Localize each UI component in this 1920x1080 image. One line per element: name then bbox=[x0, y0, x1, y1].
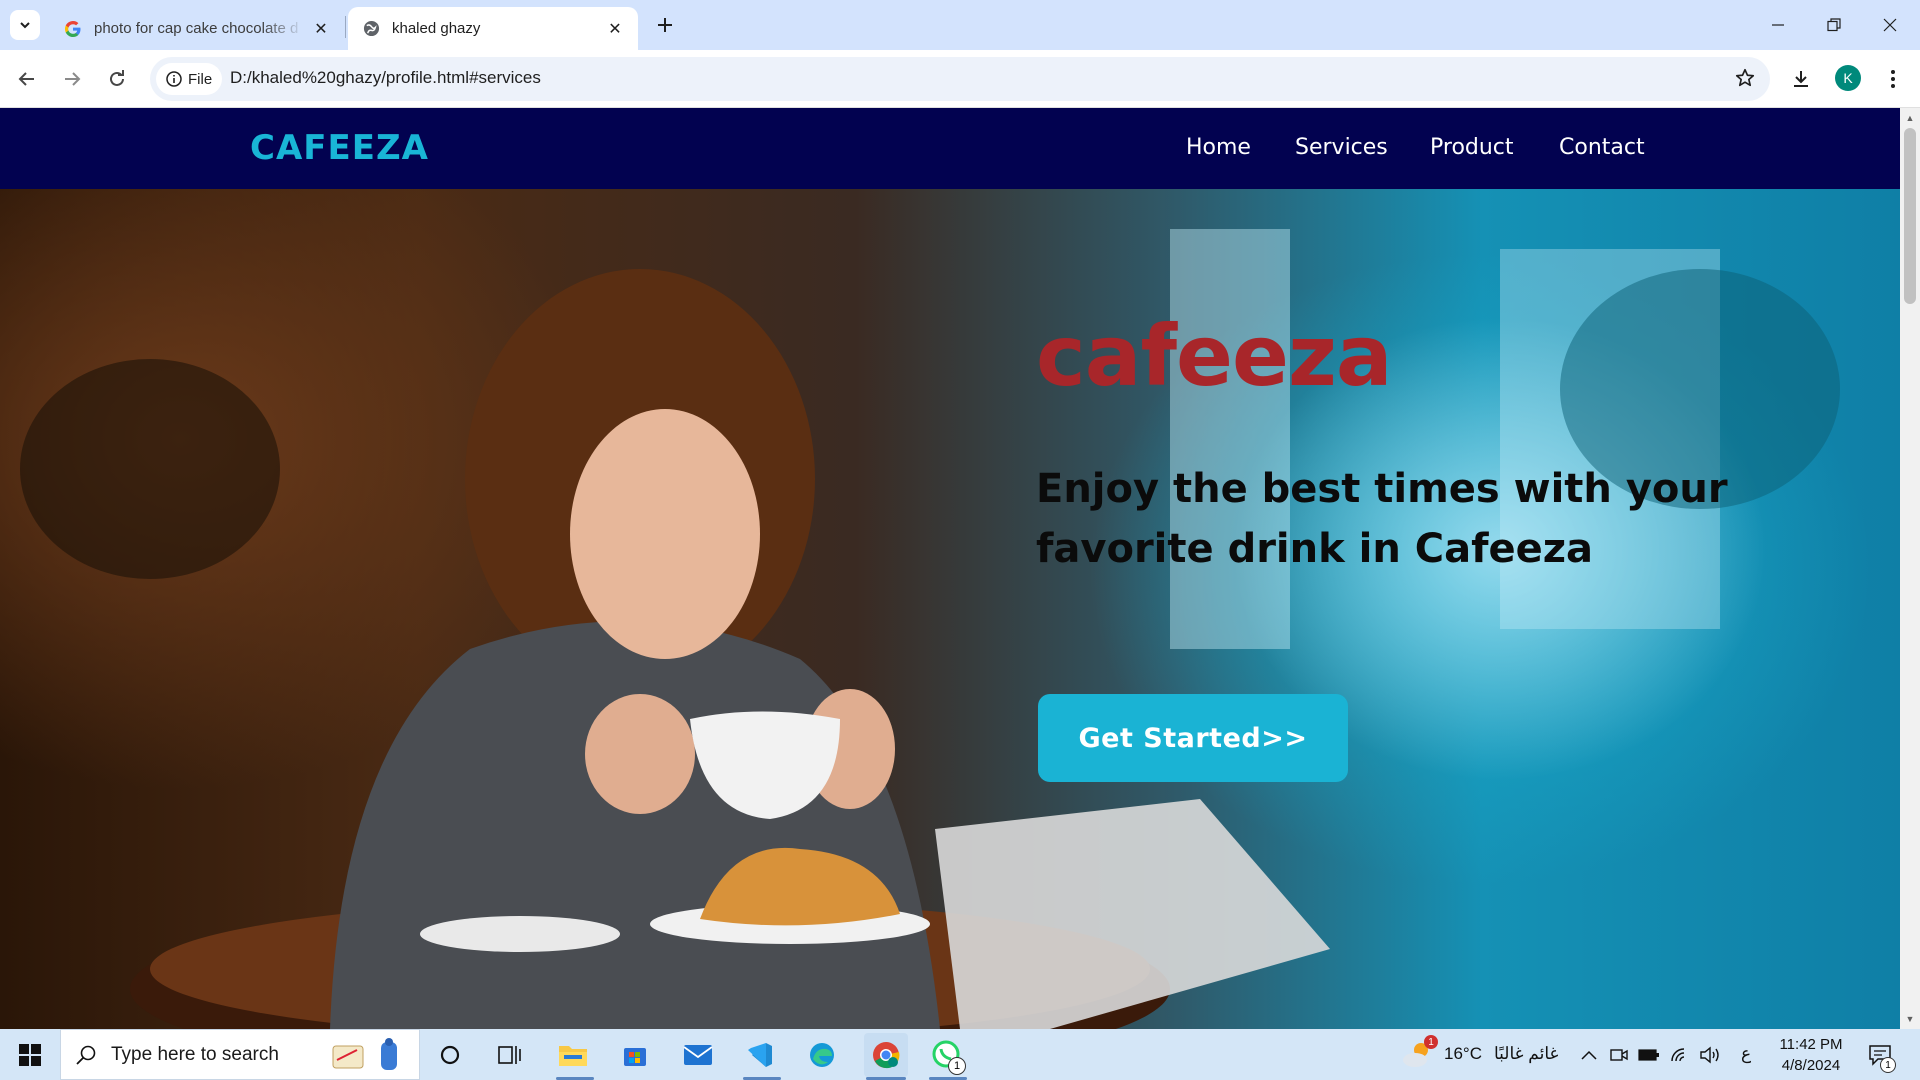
microsoft-store-icon[interactable] bbox=[617, 1037, 653, 1073]
notification-badge: 1 bbox=[1880, 1057, 1896, 1073]
task-view-icon[interactable] bbox=[492, 1037, 528, 1073]
minimize-icon bbox=[1772, 24, 1784, 26]
clock-date: 4/8/2024 bbox=[1781, 1057, 1841, 1074]
tab-search-button[interactable] bbox=[10, 10, 40, 40]
nav-link-home[interactable]: Home bbox=[1186, 135, 1251, 160]
scroll-down-icon[interactable]: ▼ bbox=[1904, 1013, 1916, 1025]
system-clock[interactable]: 11:42 PM 4/8/2024 bbox=[1774, 1034, 1848, 1076]
tab-strip: photo for cap cake chocolate d ✕ khaled … bbox=[0, 0, 1920, 50]
arrow-right-icon bbox=[65, 72, 81, 86]
search-placeholder: Type here to search bbox=[111, 1043, 279, 1065]
tab-title: khaled ghazy bbox=[392, 20, 481, 37]
globe-icon bbox=[362, 20, 380, 38]
hero-background-image bbox=[20, 229, 1840, 1029]
windows-taskbar: Type here to search 1 1 16°C غائم غالبًا bbox=[0, 1029, 1920, 1080]
chevron-down-icon bbox=[20, 22, 30, 29]
restore-button[interactable] bbox=[1806, 0, 1862, 50]
close-window-button[interactable] bbox=[1862, 0, 1918, 50]
back-button[interactable] bbox=[10, 62, 44, 96]
mail-icon[interactable] bbox=[680, 1037, 716, 1073]
whatsapp-badge: 1 bbox=[948, 1057, 966, 1075]
search-icon bbox=[75, 1044, 97, 1066]
cortana-icon[interactable] bbox=[432, 1037, 468, 1073]
plus-icon bbox=[658, 18, 672, 32]
input-language[interactable]: ع bbox=[1741, 1044, 1751, 1064]
downloads-button[interactable] bbox=[1784, 62, 1818, 96]
weather-icon[interactable]: 1 bbox=[1400, 1035, 1438, 1073]
vscode-icon[interactable] bbox=[742, 1037, 778, 1073]
search-highlight-icon bbox=[323, 1036, 403, 1076]
scroll-thumb[interactable] bbox=[1904, 128, 1916, 304]
site-navbar: CAFEEZA Home Services Product Contact bbox=[0, 108, 1900, 189]
forward-button[interactable] bbox=[55, 62, 89, 96]
taskbar-search-box[interactable]: Type here to search bbox=[60, 1029, 420, 1080]
close-icon bbox=[1883, 18, 1897, 32]
reload-icon bbox=[110, 70, 124, 86]
volume-icon[interactable] bbox=[1692, 1037, 1728, 1073]
tab-title: photo for cap cake chocolate d bbox=[94, 20, 299, 37]
download-icon bbox=[1794, 71, 1808, 87]
arrow-left-icon bbox=[18, 72, 34, 86]
restore-icon bbox=[1827, 18, 1841, 32]
file-explorer-icon[interactable] bbox=[555, 1037, 591, 1073]
info-icon bbox=[166, 71, 182, 87]
start-button[interactable] bbox=[12, 1037, 48, 1073]
hero-section: cafeeza Enjoy the best times with your f… bbox=[0, 189, 1900, 1029]
chip-label: File bbox=[188, 70, 213, 88]
menu-button[interactable] bbox=[1876, 62, 1910, 96]
site-info-chip[interactable]: File bbox=[156, 63, 223, 95]
weather-temperature[interactable]: 16°C bbox=[1444, 1044, 1482, 1064]
tab-khaled-ghazy[interactable]: khaled ghazy ✕ bbox=[348, 7, 638, 50]
edge-icon[interactable] bbox=[804, 1037, 840, 1073]
clock-time: 11:42 PM bbox=[1779, 1036, 1843, 1053]
notifications-icon[interactable]: 1 bbox=[1862, 1037, 1898, 1073]
chrome-icon[interactable] bbox=[864, 1033, 908, 1077]
get-started-button[interactable]: Get Started>> bbox=[1038, 694, 1348, 782]
site-logo[interactable]: CAFEEZA bbox=[250, 128, 429, 168]
nav-link-product[interactable]: Product bbox=[1430, 135, 1514, 160]
weather-condition[interactable]: غائم غالبًا bbox=[1494, 1044, 1558, 1064]
whatsapp-icon[interactable]: 1 bbox=[928, 1037, 966, 1075]
windows-logo-icon bbox=[19, 1044, 41, 1066]
browser-toolbar: File D:/khaled%20ghazy/profile.html#serv… bbox=[0, 50, 1920, 108]
profile-avatar[interactable]: K bbox=[1835, 65, 1861, 91]
scroll-up-icon[interactable]: ▲ bbox=[1904, 112, 1916, 124]
page-scrollbar[interactable]: ▲ ▼ bbox=[1900, 108, 1920, 1029]
tab-separator bbox=[345, 16, 346, 38]
minimize-button[interactable] bbox=[1750, 0, 1806, 50]
kebab-menu-icon bbox=[1891, 70, 1895, 88]
url-text[interactable]: D:/khaled%20ghazy/profile.html#services bbox=[230, 68, 541, 88]
address-bar[interactable]: File D:/khaled%20ghazy/profile.html#serv… bbox=[150, 57, 1770, 101]
weather-badge: 1 bbox=[1424, 1035, 1438, 1049]
hero-title: cafeeza bbox=[1036, 307, 1393, 405]
tab-google-search[interactable]: photo for cap cake chocolate d ✕ bbox=[50, 7, 344, 50]
close-icon[interactable]: ✕ bbox=[606, 20, 624, 38]
reload-button[interactable] bbox=[100, 62, 134, 96]
hero-subtitle: Enjoy the best times with your favorite … bbox=[1036, 466, 1728, 572]
page-viewport: CAFEEZA Home Services Product Contact ca… bbox=[0, 108, 1900, 1029]
nav-link-services[interactable]: Services bbox=[1295, 135, 1388, 160]
nav-link-contact[interactable]: Contact bbox=[1559, 135, 1645, 160]
new-tab-button[interactable] bbox=[650, 10, 680, 40]
bookmark-star-icon[interactable] bbox=[1734, 67, 1756, 89]
google-icon bbox=[64, 20, 82, 38]
close-icon[interactable]: ✕ bbox=[312, 20, 330, 38]
